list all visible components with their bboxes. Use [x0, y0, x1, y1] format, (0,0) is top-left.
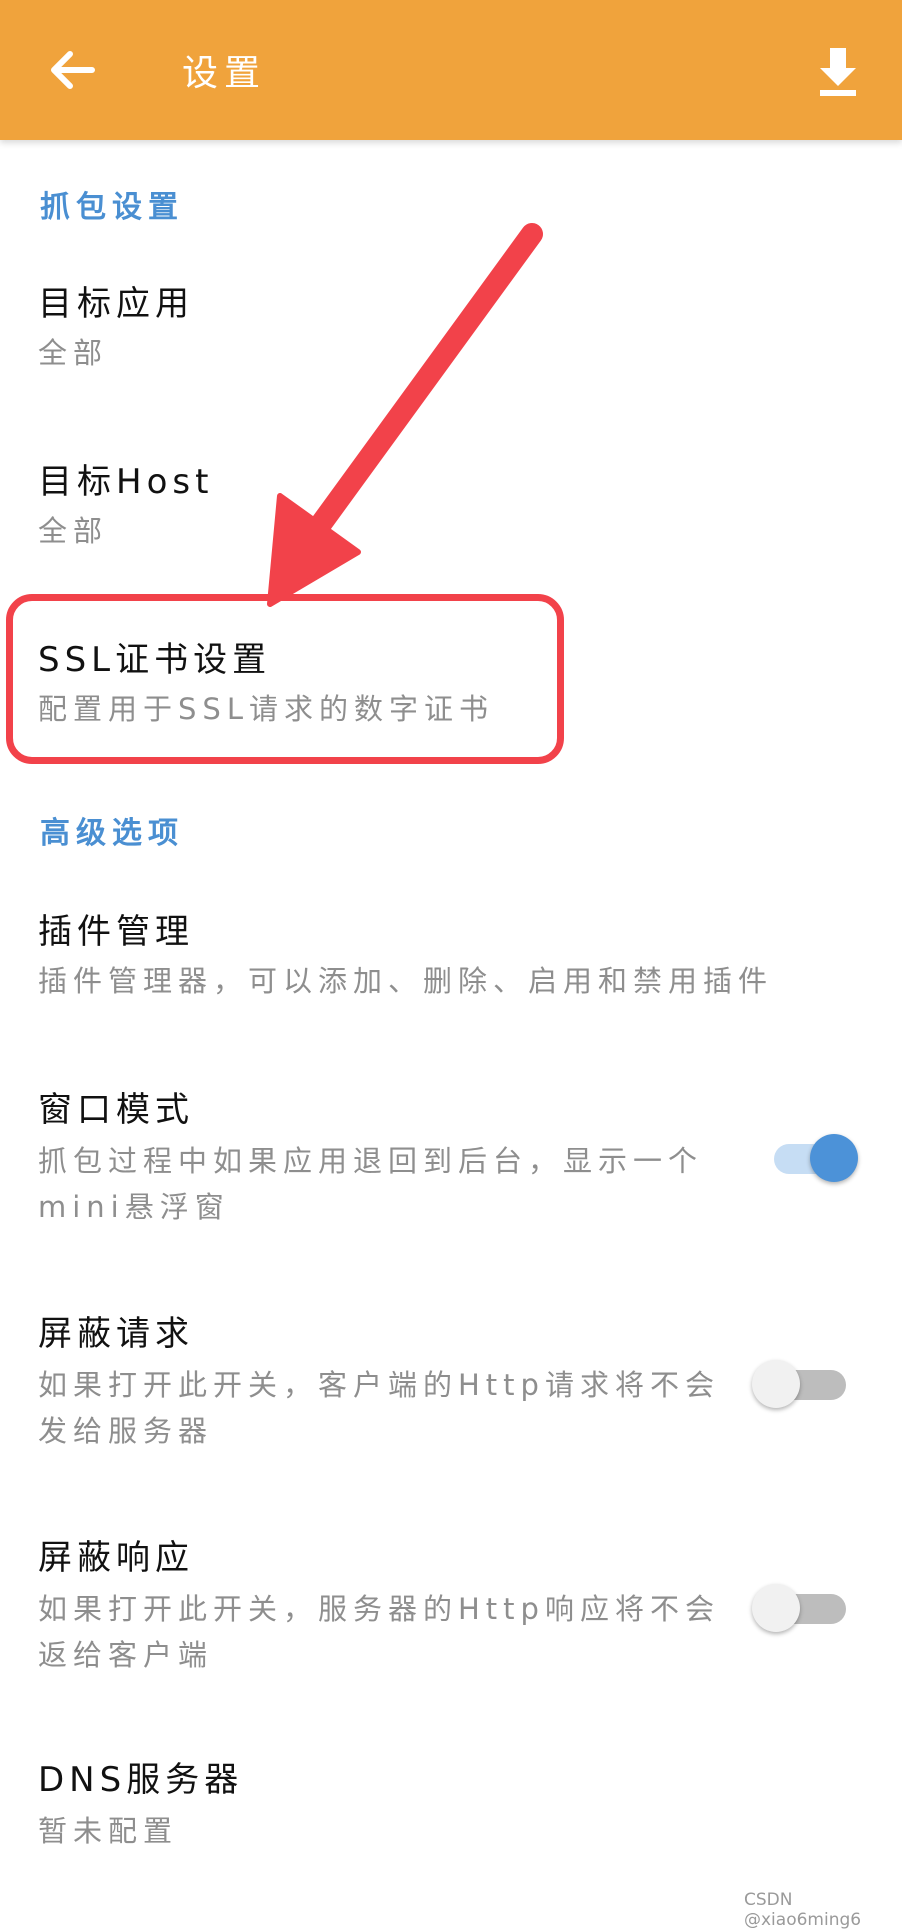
section-header-advanced: 高级选项: [40, 816, 184, 851]
pref-plugin-manager[interactable]: 插件管理 插件管理器，可以添加、删除、启用和禁用插件: [0, 904, 902, 1024]
pref-summary: 插件管理器，可以添加、删除、启用和禁用插件: [38, 964, 774, 998]
pref-summary-line2: 返给客户端: [38, 1638, 214, 1672]
section-header-capture: 抓包设置: [40, 190, 184, 225]
pref-summary-line1: 如果打开此开关，服务器的Http响应将不会: [38, 1592, 720, 1626]
pref-title: 窗口模式: [38, 1090, 194, 1130]
pref-summary: 暂未配置: [38, 1814, 179, 1848]
back-button[interactable]: [36, 34, 108, 106]
pref-block-response[interactable]: 屏蔽响应 如果打开此开关，服务器的Http响应将不会 返给客户端: [0, 1530, 902, 1680]
pref-summary: 全部: [38, 336, 109, 370]
pref-target-app[interactable]: 目标应用 全部: [0, 276, 902, 396]
pref-title: 插件管理: [38, 912, 194, 952]
pref-title: 屏蔽请求: [38, 1314, 194, 1354]
pref-summary: 全部: [38, 514, 109, 548]
pref-target-host[interactable]: 目标Host 全部: [0, 454, 902, 574]
pref-title: DNS服务器: [38, 1760, 244, 1800]
pref-summary-line1: 如果打开此开关，客户端的Http请求将不会: [38, 1368, 720, 1402]
arrow-back-icon: [51, 51, 95, 89]
download-button[interactable]: [802, 34, 874, 106]
block-request-switch[interactable]: [752, 1354, 864, 1414]
download-icon: [820, 48, 856, 96]
pref-window-mode[interactable]: 窗口模式 抓包过程中如果应用退回到后台，显示一个 mini悬浮窗: [0, 1082, 902, 1232]
pref-summary-line1: 抓包过程中如果应用退回到后台，显示一个: [38, 1144, 704, 1178]
switch-thumb: [752, 1360, 800, 1408]
switch-thumb: [752, 1584, 800, 1632]
pref-title: 屏蔽响应: [38, 1538, 194, 1578]
app-bar: 设置: [0, 0, 902, 140]
switch-thumb: [810, 1134, 858, 1182]
watermark: CSDN @xiao6ming6: [744, 1890, 862, 1930]
pref-title: 目标应用: [38, 284, 194, 324]
window-mode-switch[interactable]: [752, 1128, 864, 1188]
pref-title: 目标Host: [38, 462, 214, 502]
pref-summary-line2: mini悬浮窗: [38, 1190, 230, 1224]
annotation-highlight-box: [6, 594, 564, 764]
pref-block-request[interactable]: 屏蔽请求 如果打开此开关，客户端的Http请求将不会 发给服务器: [0, 1306, 902, 1456]
pref-summary-line2: 发给服务器: [38, 1414, 214, 1448]
block-response-switch[interactable]: [752, 1578, 864, 1638]
pref-dns-server[interactable]: DNS服务器 暂未配置: [0, 1752, 902, 1872]
page-title: 设置: [182, 53, 267, 94]
